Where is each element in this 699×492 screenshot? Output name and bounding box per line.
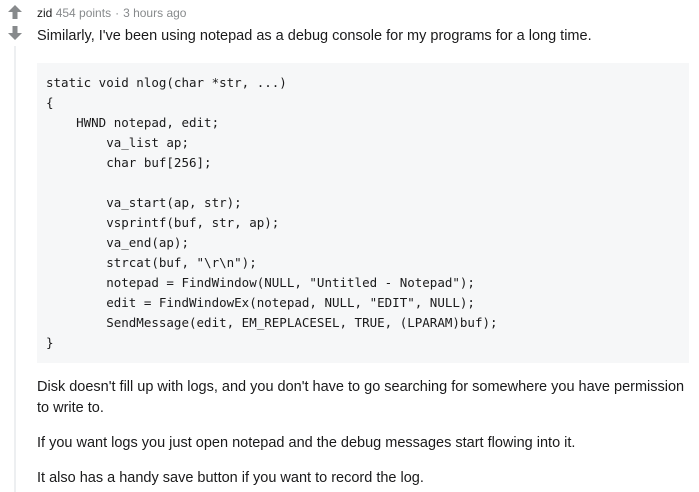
comment-intro: Similarly, I've been using notepad as a … [37, 28, 592, 44]
meta-separator: · [115, 6, 120, 20]
code-line: HWND notepad, edit; [46, 115, 220, 130]
code-line: } [46, 335, 54, 350]
comment-time[interactable]: 3 hours ago [123, 6, 186, 20]
code-line: va_list ap; [46, 135, 189, 150]
comment-author[interactable]: zid [37, 6, 52, 20]
code-line: { [46, 95, 54, 110]
downvote-arrow-icon[interactable] [7, 25, 23, 41]
code-line: SendMessage(edit, EM_REPLACESEL, TRUE, (… [46, 315, 498, 330]
vote-column [0, 0, 28, 492]
comment-paragraph: Disk doesn't fill up with logs, and you … [37, 379, 685, 416]
upvote-arrow-icon[interactable] [7, 4, 23, 20]
comment-body: Similarly, I've been using notepad as a … [37, 26, 692, 489]
code-line: va_end(ap); [46, 235, 189, 250]
comment-points: 454 points [55, 6, 112, 20]
code-line: vsprintf(buf, str, ap); [46, 215, 280, 230]
code-line: notepad = FindWindow(NULL, "Untitled - N… [46, 275, 475, 290]
code-line: va_start(ap, str); [46, 195, 242, 210]
code-block: static void nlog(char *str, ...) { HWND … [37, 63, 689, 363]
code-line: static void nlog(char *str, ...) [46, 75, 287, 90]
code-line: edit = FindWindowEx(notepad, NULL, "EDIT… [46, 295, 475, 310]
comment-meta: zid 454 points · 3 hours ago [37, 5, 186, 21]
comment-paragraph: If you want logs you just open notepad a… [37, 435, 576, 451]
comment-paragraph: It also has a handy save button if you w… [37, 470, 424, 486]
code-line: char buf[256]; [46, 155, 212, 170]
code-line: strcat(buf, "\r\n"); [46, 255, 257, 270]
thread-line[interactable] [14, 46, 16, 492]
